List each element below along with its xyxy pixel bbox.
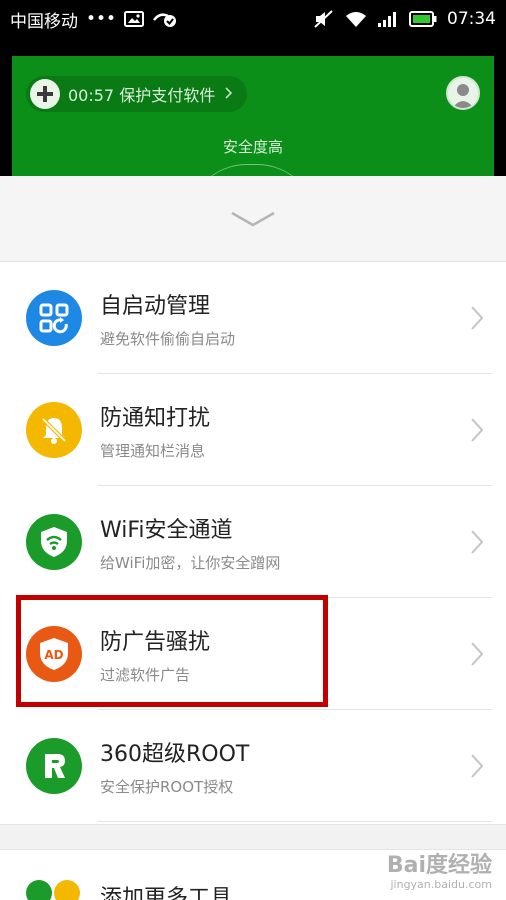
section-divider	[0, 824, 506, 850]
security-status-panel: 00:57 保护支付软件 安全度高	[12, 56, 494, 176]
sync-check-icon	[152, 10, 178, 28]
chevron-right-icon	[471, 642, 484, 666]
list-item-root[interactable]: 360超级ROOT 安全保护ROOT授权	[0, 710, 506, 822]
battery-icon	[409, 11, 437, 27]
item-title: 自启动管理	[100, 293, 211, 319]
item-subtitle: 管理通知栏消息	[100, 441, 206, 460]
chevron-right-icon	[225, 85, 233, 103]
item-subtitle: 过滤软件广告	[100, 665, 191, 684]
item-title: WiFi安全通道	[100, 517, 233, 543]
list-item-wifi[interactable]: WiFi安全通道 给WiFi加密，让你安全蹭网	[0, 486, 506, 598]
wifi-icon	[345, 11, 367, 28]
svg-text:AD: AD	[44, 648, 63, 662]
item-title: 360超级ROOT	[100, 741, 250, 767]
item-subtitle: 给WiFi加密，让你安全蹭网	[100, 553, 281, 572]
chevron-right-icon	[471, 418, 484, 442]
status-bar: 中国移动 ••• 07:34	[0, 0, 506, 38]
safety-level-label: 安全度高	[222, 138, 283, 156]
chevron-right-icon	[471, 306, 484, 330]
promo-pill[interactable]: 00:57 保护支付软件	[26, 76, 248, 112]
list-item-notification[interactable]: 防通知打扰 管理通知栏消息	[0, 374, 506, 486]
item-subtitle: 避免软件偷偷自启动	[100, 329, 236, 348]
ad-shield-icon: AD	[26, 626, 82, 682]
clock: 07:34	[447, 9, 496, 29]
promo-text: 00:57 保护支付软件	[68, 86, 216, 105]
mute-icon	[313, 10, 335, 28]
chevron-down-icon	[231, 211, 275, 226]
root-icon	[26, 738, 82, 794]
item-subtitle: 安全保护ROOT授权	[100, 777, 234, 796]
chevron-right-icon	[471, 530, 484, 554]
baidu-watermark: Bai度经验 jingyan.baidu.com	[386, 853, 492, 891]
bell-off-icon	[26, 402, 82, 458]
score-arc	[187, 164, 317, 176]
tool-list: 自启动管理 避免软件偷偷自启动 防通知打扰 管理通知栏消息 WiFi安全通道 给…	[0, 262, 506, 822]
collapse-handle[interactable]	[0, 176, 506, 262]
phone-icon	[26, 880, 52, 900]
coin-icon	[54, 880, 80, 900]
plus-icon	[30, 79, 60, 109]
signal-icon	[377, 11, 399, 28]
list-item-autostart[interactable]: 自启动管理 避免软件偷偷自启动	[0, 262, 506, 374]
notification-dots: •••	[86, 9, 117, 29]
chevron-right-icon	[471, 754, 484, 778]
wifi-shield-icon	[26, 514, 82, 570]
list-item-adblock[interactable]: AD 防广告骚扰 过滤软件广告	[0, 598, 506, 710]
item-title: 防通知打扰	[100, 405, 211, 431]
grid-refresh-icon	[26, 290, 82, 346]
image-icon	[124, 11, 145, 27]
carrier-label: 中国移动	[10, 11, 78, 32]
avatar[interactable]	[446, 76, 480, 110]
item-title: 添加更多工具	[100, 886, 233, 900]
item-title: 防广告骚扰	[100, 629, 211, 655]
